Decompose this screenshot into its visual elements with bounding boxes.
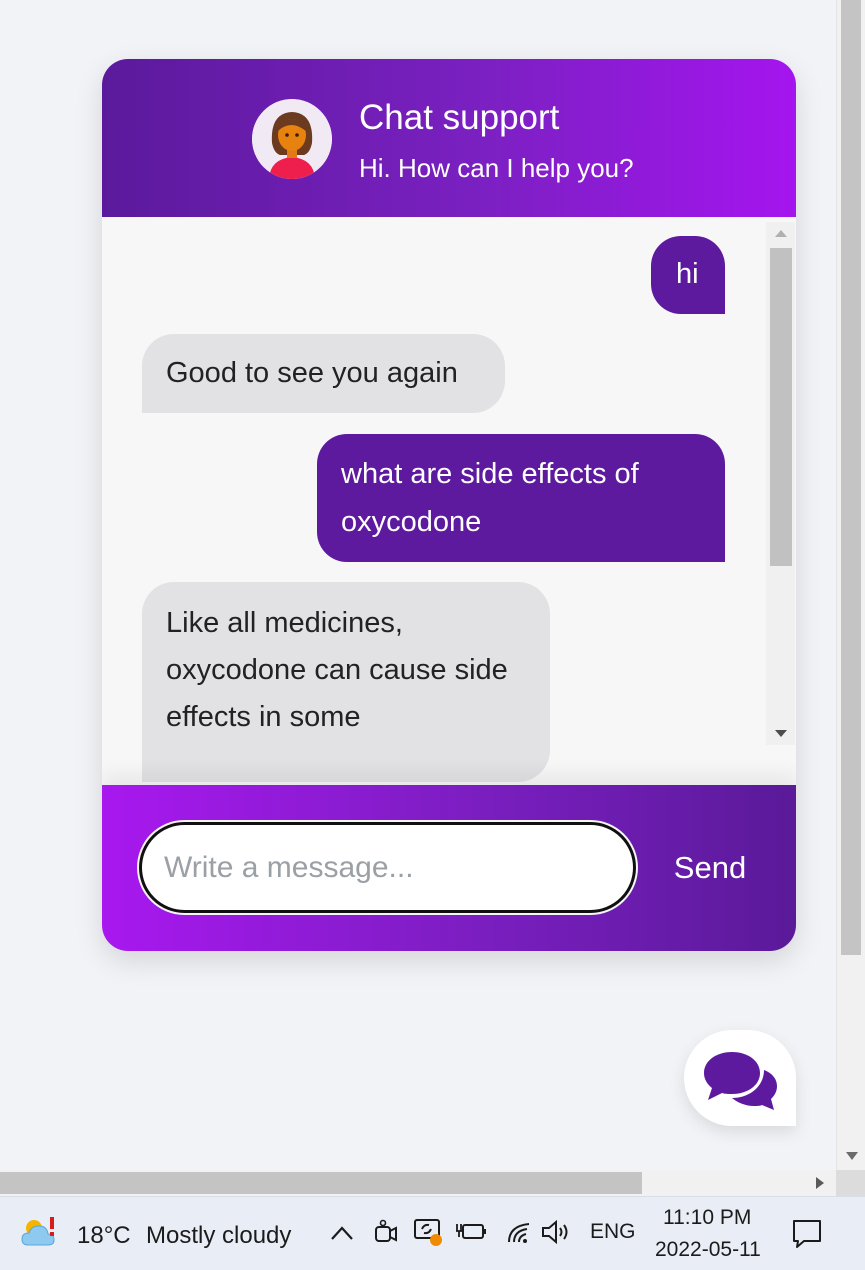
scroll-down-arrow-icon[interactable]	[775, 730, 787, 737]
user-message: what are side effects of oxycodone	[317, 434, 725, 562]
chat-bubbles-icon	[704, 1052, 777, 1110]
speaker-volume-icon[interactable]	[540, 1218, 574, 1246]
battery-charging-icon[interactable]	[455, 1220, 489, 1244]
chat-subtitle: Hi. How can I help you?	[359, 153, 634, 183]
message-input[interactable]	[139, 822, 636, 913]
chat-launcher-button[interactable]	[684, 1030, 796, 1126]
sync-monitor-icon[interactable]	[412, 1216, 444, 1248]
weather-temperature[interactable]: 18°C	[77, 1221, 131, 1251]
chat-window: Chat support Hi. How can I help you? hi …	[102, 59, 796, 951]
page-horizontal-scrollbar[interactable]	[0, 1170, 836, 1196]
user-message: hi	[651, 236, 725, 314]
page-vertical-scrollbar[interactable]	[836, 0, 865, 1170]
scroll-right-arrow-icon[interactable]	[816, 1177, 824, 1189]
weather-cloudy-icon[interactable]	[20, 1215, 62, 1251]
notification-center-icon[interactable]	[790, 1217, 824, 1251]
chat-footer: Send	[102, 785, 796, 951]
weather-description[interactable]: Mostly cloudy	[146, 1221, 291, 1251]
message-list[interactable]: hi Good to see you again what are side e…	[102, 217, 796, 805]
support-avatar	[252, 99, 332, 179]
message-list-scrollbar[interactable]	[766, 222, 795, 745]
message-list-scrollbar-thumb[interactable]	[770, 248, 792, 566]
chevron-up-icon[interactable]	[330, 1225, 354, 1241]
chat-title: Chat support	[359, 98, 560, 137]
meet-camera-icon[interactable]	[373, 1218, 399, 1248]
page-horizontal-scrollbar-thumb[interactable]	[0, 1172, 642, 1194]
woman-avatar-icon	[252, 99, 332, 179]
input-language[interactable]: ENG	[590, 1219, 636, 1245]
scroll-up-arrow-icon[interactable]	[775, 230, 787, 237]
page-vertical-scrollbar-thumb[interactable]	[841, 0, 861, 955]
send-button[interactable]: Send	[662, 843, 758, 893]
taskbar-time[interactable]: 11:10 PM	[663, 1205, 751, 1231]
bot-message: Like all medicines, oxycodone can cause …	[142, 582, 550, 782]
scroll-down-arrow-icon[interactable]	[846, 1152, 858, 1160]
bot-message: Good to see you again	[142, 334, 505, 413]
taskbar: 18°C Mostly cloudy ENG 11:10 PM 2022-05-…	[0, 1196, 865, 1270]
chat-header: Chat support Hi. How can I help you?	[102, 59, 796, 217]
taskbar-date[interactable]: 2022-05-11	[655, 1237, 761, 1263]
scrollbar-corner	[836, 1170, 865, 1196]
wifi-icon[interactable]	[505, 1218, 533, 1246]
